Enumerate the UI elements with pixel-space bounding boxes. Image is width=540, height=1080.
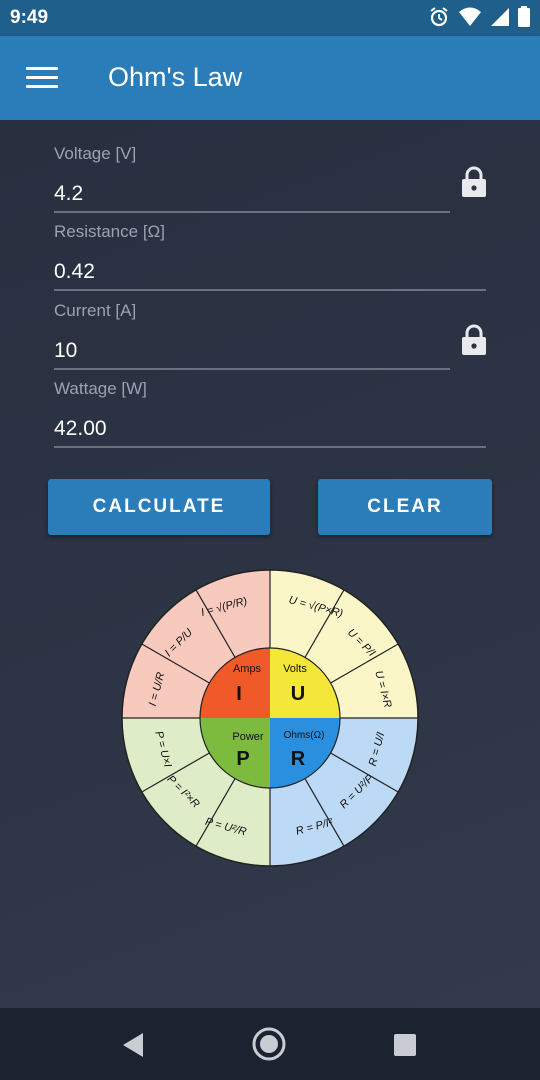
page-title: Ohm's Law [108, 62, 243, 92]
current-label: Current [A] [54, 301, 137, 320]
current-underline [54, 368, 450, 370]
current-field[interactable]: Current [A] 10 [54, 301, 450, 370]
wattage-field[interactable]: Wattage [W] 42.00 [54, 379, 486, 448]
recents-icon[interactable] [393, 1033, 417, 1057]
navigation-bar [0, 1008, 540, 1080]
signal-icon [491, 8, 509, 26]
battery-icon [518, 6, 530, 27]
current-lock-icon[interactable] [461, 324, 487, 356]
ohms-letter: R [291, 748, 306, 770]
amps-letter: I [236, 683, 242, 705]
voltage-lock-icon[interactable] [461, 166, 487, 198]
voltage-field[interactable]: Voltage [V] 4.2 [54, 144, 450, 213]
status-bar: 9:49 [0, 0, 540, 36]
voltage-underline [54, 211, 450, 213]
wattage-input[interactable]: 42.00 [54, 417, 107, 441]
back-icon[interactable] [121, 1032, 145, 1058]
wifi-icon [459, 7, 481, 26]
main-content: Voltage [V] 4.2 Resistance [Ω] 0.42 Curr… [0, 120, 540, 1008]
menu-icon[interactable] [26, 67, 58, 89]
calculate-button[interactable]: CALCULATE [48, 479, 270, 535]
ohms-law-wheel: Amps I Volts U Power P Ohms(Ω) R I = √(P… [121, 569, 419, 867]
app-bar: Ohm's Law [0, 36, 540, 120]
resistance-field[interactable]: Resistance [Ω] 0.42 [54, 222, 486, 291]
status-time: 9:49 [10, 7, 49, 28]
wattage-underline [54, 446, 486, 448]
power-caption: Power [232, 731, 264, 743]
voltage-label: Voltage [V] [54, 144, 137, 163]
alarm-icon [430, 7, 448, 27]
resistance-input[interactable]: 0.42 [54, 260, 95, 284]
volts-caption: Volts [283, 663, 307, 675]
voltage-input[interactable]: 4.2 [54, 182, 83, 206]
status-icons [428, 6, 530, 28]
amps-caption: Amps [233, 663, 262, 675]
current-input[interactable]: 10 [54, 339, 77, 363]
home-icon[interactable] [252, 1027, 286, 1061]
resistance-underline [54, 289, 486, 291]
power-letter: P [236, 748, 249, 770]
clear-button[interactable]: CLEAR [318, 479, 492, 535]
volts-letter: U [291, 683, 305, 705]
wattage-label: Wattage [W] [54, 379, 147, 398]
ohms-caption: Ohms(Ω) [284, 730, 325, 741]
resistance-label: Resistance [Ω] [54, 222, 165, 241]
